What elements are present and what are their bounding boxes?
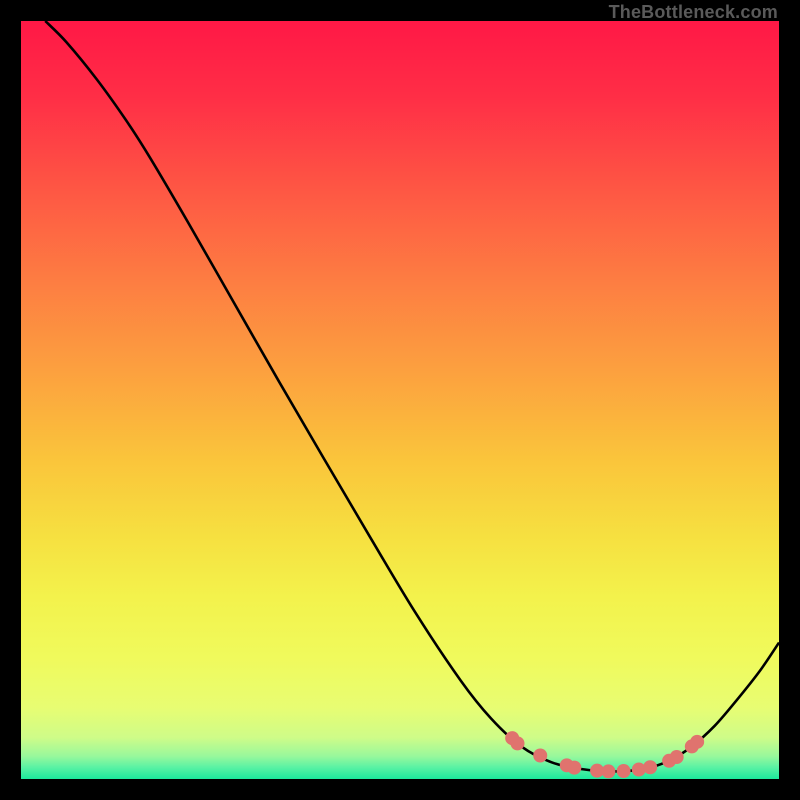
marker-dot (643, 760, 657, 774)
chart-container: TheBottleneck.com (0, 0, 800, 800)
chart-plot (21, 21, 779, 779)
marker-dot (533, 749, 547, 763)
marker-dot (510, 736, 524, 750)
marker-dot (601, 764, 615, 778)
marker-dot (567, 761, 581, 775)
marker-dot (670, 750, 684, 764)
marker-dot (690, 735, 704, 749)
marker-dot (617, 764, 631, 778)
watermark: TheBottleneck.com (609, 2, 778, 23)
